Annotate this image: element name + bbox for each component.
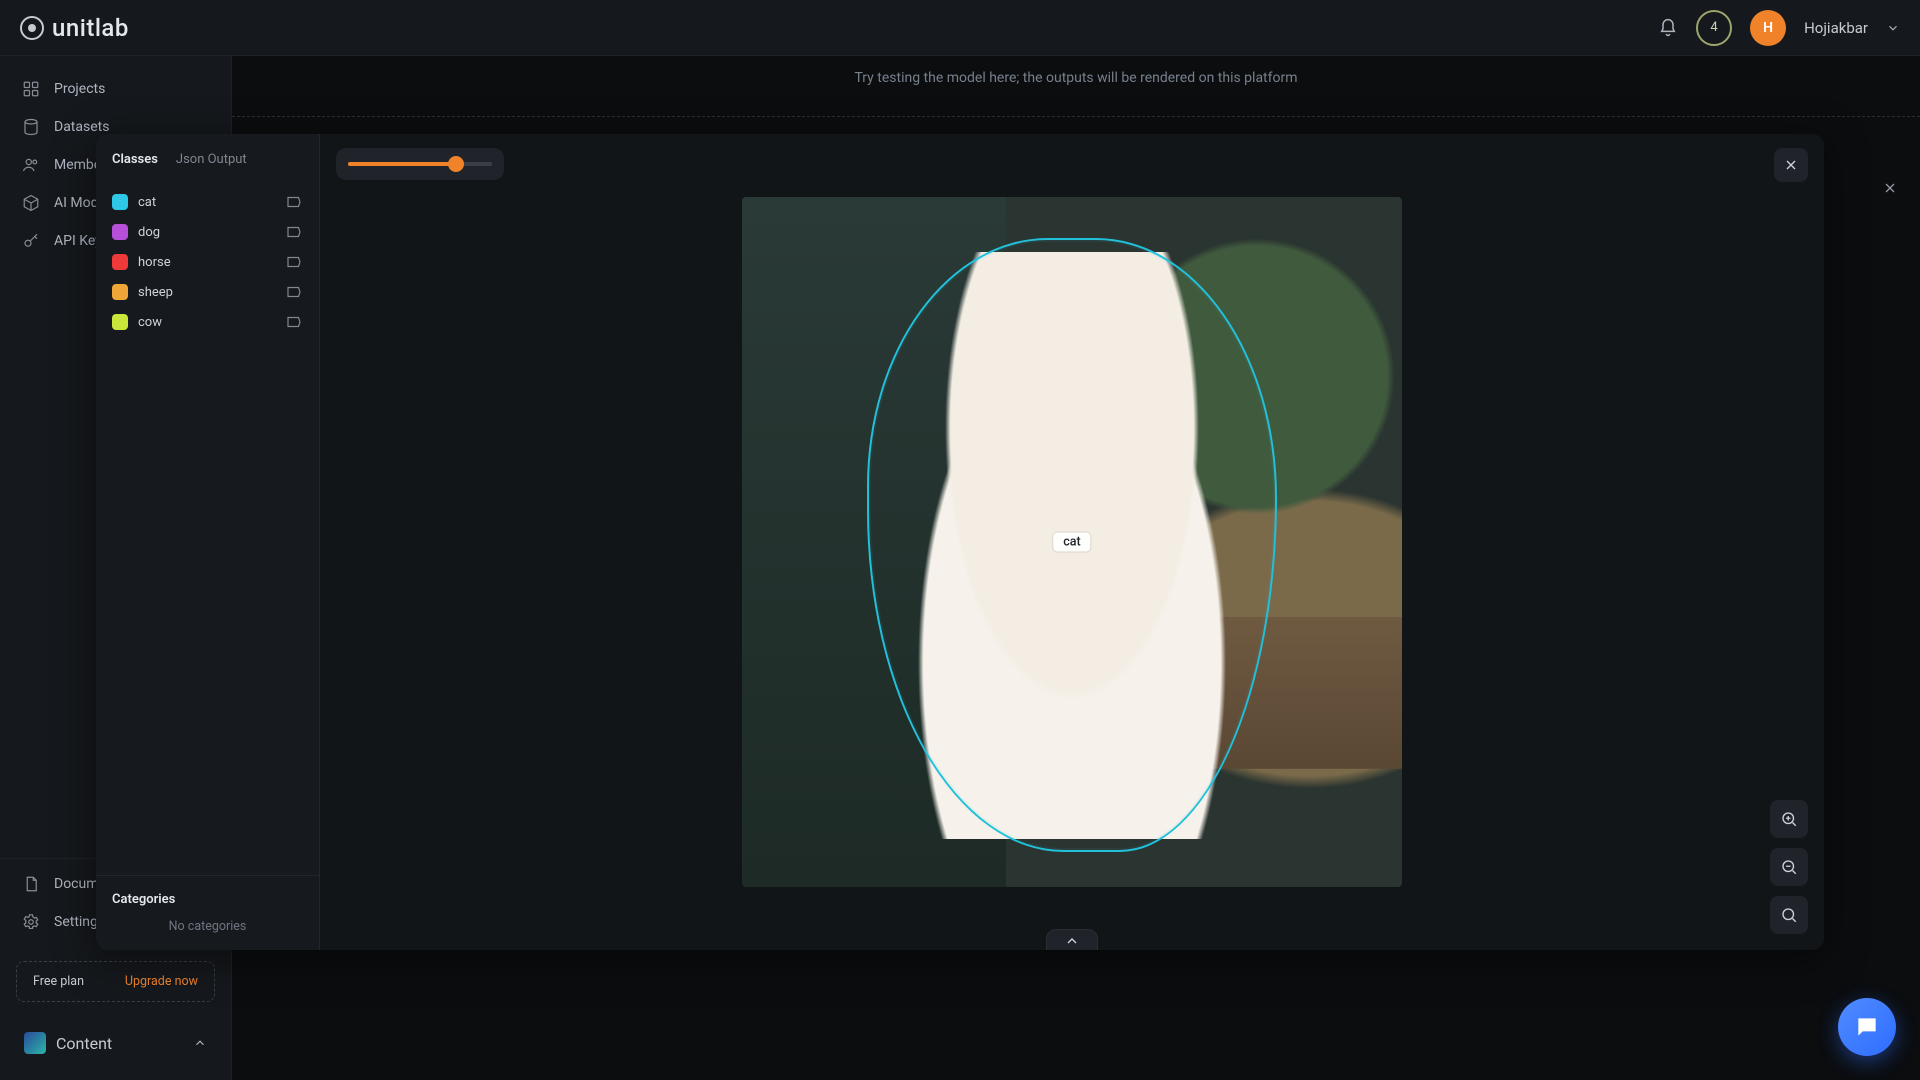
panel-dismiss-button[interactable] [1878,176,1902,200]
notification-count: 4 [1710,20,1717,35]
zoom-out-button[interactable] [1770,848,1808,886]
zoom-tools [1770,800,1808,934]
polygon-icon [285,193,303,211]
polygon-icon [285,253,303,271]
class-row-cat[interactable]: cat [106,187,309,217]
class-row-cow[interactable]: cow [106,307,309,337]
class-label: dog [138,225,160,240]
class-row-sheep[interactable]: sheep [106,277,309,307]
slider-track [348,162,492,166]
user-name: Hojiakbar [1804,19,1868,37]
viewer-tabs: Classes Json Output [96,134,319,181]
image-stage[interactable]: cat [742,197,1402,887]
workspace-glyph-icon [24,1032,46,1054]
plan-name: Free plan [33,974,84,989]
polygon-icon [285,313,303,331]
zoom-fit-button[interactable] [1770,896,1808,934]
result-viewer: Classes Json Output catdoghorsesheepcow … [96,134,1824,950]
class-swatch [112,194,128,210]
avatar[interactable]: H [1750,10,1786,46]
chevron-up-icon [193,1036,207,1050]
bottom-drawer-handle[interactable] [1046,929,1098,950]
opacity-slider[interactable] [336,148,504,180]
sidebar-item-projects[interactable]: Projects [0,70,231,108]
brand[interactable]: unitlab [20,14,129,42]
tab-classes[interactable]: Classes [112,152,158,173]
slider-thumb[interactable] [448,156,464,172]
sidebar-item-label: Datasets [54,119,109,135]
categories-section: Categories No categories [96,875,319,950]
app-header: unitlab 4 H Hojiakbar [0,0,1920,56]
class-swatch [112,284,128,300]
categories-title: Categories [112,892,303,907]
class-swatch [112,254,128,270]
class-swatch [112,314,128,330]
class-list: cat dog horse sheep cow [96,181,319,875]
model-test-hint: Try testing the model here; the outputs … [232,56,1920,117]
sidebar-item-label: Projects [54,81,105,97]
zoom-in-button[interactable] [1770,800,1808,838]
class-label: horse [138,255,171,270]
grid-icon [22,80,40,98]
class-row-dog[interactable]: dog [106,217,309,247]
workspace-label: Content [56,1034,183,1053]
class-row-horse[interactable]: horse [106,247,309,277]
cylinder-icon [22,118,40,136]
brand-name: unitlab [52,14,129,42]
avatar-initial: H [1763,20,1773,36]
viewer-canvas: cat [320,134,1824,950]
upgrade-link[interactable]: Upgrade now [125,974,198,989]
doc-icon [22,875,40,893]
class-label: cat [138,195,156,210]
tab-json-output[interactable]: Json Output [176,152,247,173]
class-label: sheep [138,285,173,300]
brand-logo-icon [20,16,44,40]
chat-fab[interactable] [1838,998,1896,1056]
workspace-picker[interactable]: Content [14,1024,217,1062]
detection-label: cat [1053,533,1090,552]
gear-icon [22,913,40,931]
key-icon [22,232,40,250]
users-icon [22,156,40,174]
class-label: cow [138,315,162,330]
plan-box: Free plan Upgrade now [16,961,215,1002]
box-icon [22,194,40,212]
class-swatch [112,224,128,240]
close-button[interactable] [1774,148,1808,182]
polygon-icon [285,283,303,301]
slider-fill [348,162,456,166]
header-right: 4 H Hojiakbar [1658,10,1900,46]
categories-empty: No categories [112,919,303,934]
viewer-sidebar: Classes Json Output catdoghorsesheepcow … [96,134,320,950]
polygon-icon [285,223,303,241]
chevron-down-icon[interactable] [1886,21,1900,35]
notifications-icon[interactable] [1658,18,1678,38]
notification-count-badge[interactable]: 4 [1696,10,1732,46]
